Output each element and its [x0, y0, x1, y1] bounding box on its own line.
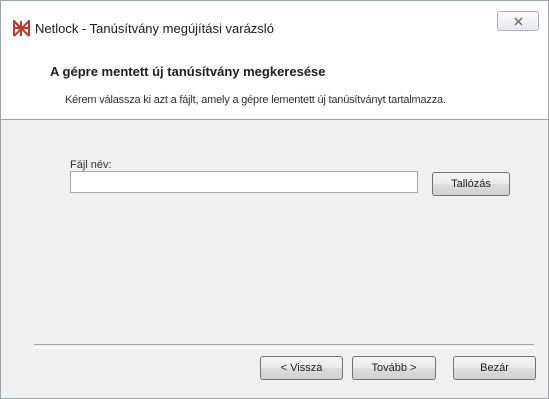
file-name-label: Fájl név:: [70, 159, 112, 171]
title-bar[interactable]: Netlock - Tanúsítvány megújítási varázsl…: [1, 1, 548, 43]
next-button[interactable]: Tovább >: [352, 356, 436, 380]
close-button[interactable]: Bezár: [453, 356, 536, 380]
back-button[interactable]: < Vissza: [260, 356, 343, 380]
close-icon: [514, 17, 523, 26]
window-title: Netlock - Tanúsítvány megújítási varázsl…: [35, 21, 274, 36]
browse-button[interactable]: Tallózás: [432, 172, 510, 196]
wizard-window: Netlock - Tanúsítvány megújítási varázsl…: [0, 0, 549, 399]
step-description: Kérem válassza ki azt a fájlt, amely a g…: [65, 94, 446, 106]
window-close-button[interactable]: [497, 11, 539, 31]
wizard-header: A gépre mentett új tanúsítvány megkeresé…: [1, 43, 548, 120]
step-title: A gépre mentett új tanúsítvány megkeresé…: [50, 64, 326, 79]
netlock-logo-icon: [13, 18, 30, 37]
file-name-input[interactable]: [70, 171, 418, 193]
footer-separator: [34, 344, 534, 348]
